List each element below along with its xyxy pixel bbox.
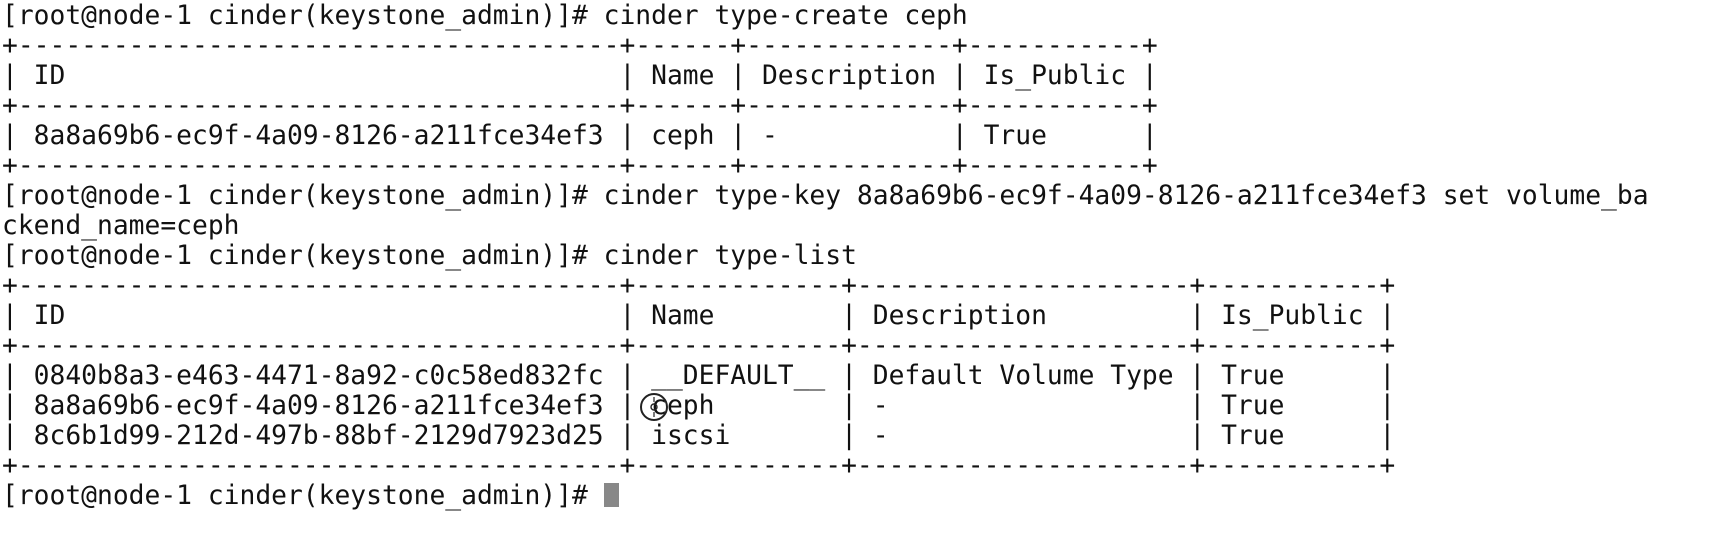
terminal-line-5: | 8a8a69b6-ec9f-4a09-8126-a211fce34ef3 |… [2, 121, 1158, 151]
terminal-line-1: [root@node-1 cinder(keystone_admin)]# ci… [2, 1, 968, 31]
terminal-line-10: +--------------------------------------+… [2, 271, 1396, 301]
terminal-line-4: +--------------------------------------+… [2, 91, 1158, 121]
terminal-line-16: +--------------------------------------+… [2, 451, 1396, 481]
terminal-line-15: | 8c6b1d99-212d-497b-88bf-2129d7923d25 |… [2, 421, 1396, 451]
terminal-prompt-line[interactable]: [root@node-1 cinder(keystone_admin)]# [0, 481, 1719, 511]
terminal-line-11: | ID | Name | Description | Is_Public | [2, 301, 1396, 331]
terminal-line-2: +--------------------------------------+… [2, 31, 1158, 61]
terminal-line-7: [root@node-1 cinder(keystone_admin)]# ci… [2, 181, 1649, 211]
terminal-line-9: [root@node-1 cinder(keystone_admin)]# ci… [2, 241, 857, 271]
terminal-line-3: | ID | Name | Description | Is_Public | [2, 61, 1158, 91]
text-cursor-block-icon [603, 483, 619, 507]
mouse-pointer-icon [640, 393, 668, 421]
terminal-line-13: | 0840b8a3-e463-4471-8a92-c0c58ed832fc |… [2, 361, 1396, 391]
terminal-prompt: [root@node-1 cinder(keystone_admin)]# [2, 481, 604, 511]
terminal-line-14: | 8a8a69b6-ec9f-4a09-8126-a211fce34ef3 |… [2, 391, 1396, 421]
terminal-line-8: ckend_name=ceph [2, 211, 240, 241]
terminal-line-6: +--------------------------------------+… [2, 151, 1158, 181]
terminal-line-12: +--------------------------------------+… [2, 331, 1396, 361]
terminal-window[interactable]: [root@node-1 cinder(keystone_admin)]# ci… [0, 0, 1719, 535]
